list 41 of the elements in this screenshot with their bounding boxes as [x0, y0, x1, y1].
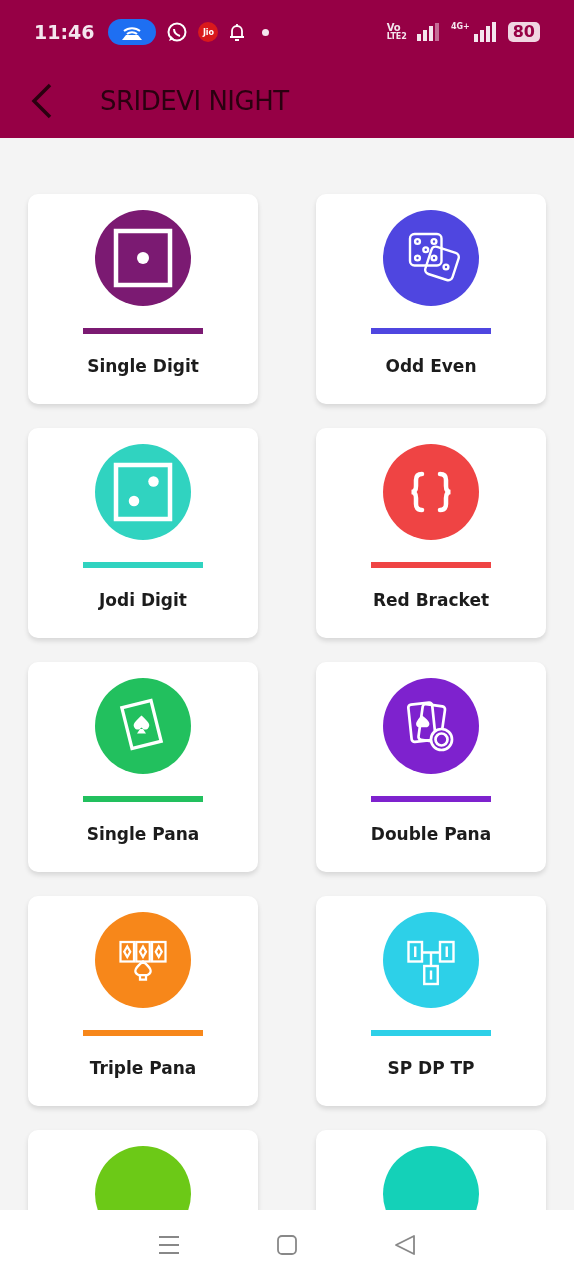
home-icon[interactable] [276, 1234, 298, 1256]
back-icon[interactable] [30, 83, 54, 119]
game-card[interactable]: Triple Pana [28, 896, 258, 1106]
card-icon [119, 698, 164, 751]
cards-icon [407, 940, 455, 986]
game-label: Double Pana [370, 824, 492, 844]
hotspot-icon [108, 19, 157, 45]
braces-icon [409, 471, 453, 513]
game-label: SP DP TP [387, 1058, 475, 1078]
game-card[interactable]: Odd Even [316, 194, 546, 404]
status-time: 11:46 [34, 21, 95, 43]
die-icon [113, 228, 173, 288]
game-card[interactable]: Red Bracket [316, 428, 546, 638]
game-label: Jodi Digit [99, 590, 187, 610]
bell-icon [228, 22, 247, 42]
game-label: Triple Pana [89, 1058, 197, 1078]
whatsapp-icon [166, 21, 189, 43]
lte-label: LTE2 [386, 33, 407, 41]
screen-title: SRIDEVI NIGHT [100, 86, 289, 116]
notification-dot [262, 28, 270, 36]
back-nav-icon[interactable] [394, 1234, 416, 1256]
game-card[interactable]: SP DP TP [316, 896, 546, 1106]
game-label: Single Digit [87, 356, 199, 376]
network-label: 4G+ [450, 22, 470, 31]
die-icon [113, 462, 173, 522]
dice-icon [408, 232, 462, 283]
game-label: Red Bracket [372, 590, 490, 610]
game-card[interactable]: Double Pana [316, 662, 546, 872]
signal-icon [416, 23, 441, 41]
game-card[interactable]: Single Digit [28, 194, 258, 404]
volte-label: Vo [386, 23, 401, 33]
menu-icon[interactable] [158, 1234, 180, 1256]
game-label: Single Pana [86, 824, 200, 844]
signal-icon [473, 22, 498, 42]
game-card[interactable]: Jodi Digit [28, 428, 258, 638]
carrier-badge: Jio [198, 22, 219, 42]
battery-level: 80 [507, 22, 540, 42]
game-card[interactable]: Single Pana [28, 662, 258, 872]
cards-icon [119, 940, 167, 981]
game-label: Odd Even [385, 356, 477, 376]
cards-chip-icon [406, 701, 454, 752]
